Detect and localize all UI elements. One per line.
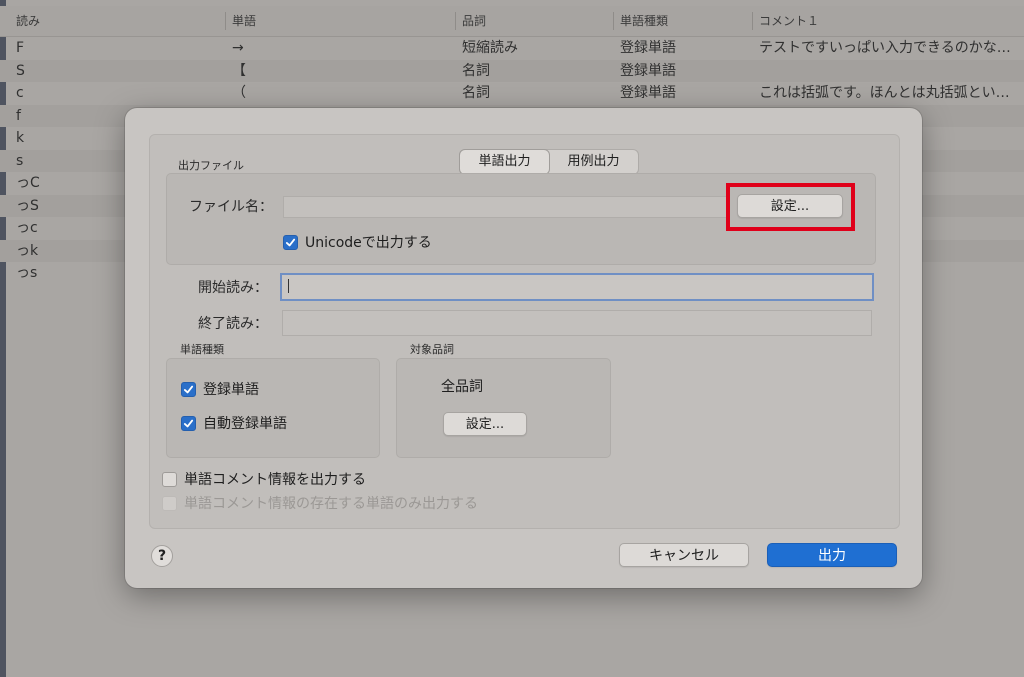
target-pos-group: 全品詞 設定... (396, 358, 611, 458)
table-row[interactable]: F → 短縮読み 登録単語 テストですいっぱい入力できるのかな… (0, 37, 1024, 59)
registered-word-label: 登録単語 (203, 382, 259, 398)
checkmark-icon (285, 238, 296, 246)
end-reading-field[interactable] (282, 310, 872, 336)
auto-registered-label: 自動登録単語 (203, 416, 287, 432)
comment-only-label: 単語コメント情報の存在する単語のみ出力する (184, 496, 478, 512)
column-header-word[interactable]: 単語 (232, 6, 256, 36)
unicode-label: Unicodeで出力する (305, 235, 432, 251)
cell-word-type: 登録単語 (620, 40, 676, 56)
tab-selector: 単語出力 用例出力 (459, 149, 639, 175)
word-type-group: 登録単語 自動登録単語 (166, 358, 380, 458)
cell-word: → (232, 40, 244, 56)
unicode-checkbox-row[interactable]: Unicodeで出力する (283, 232, 432, 252)
column-header-word-type[interactable]: 単語種類 (620, 6, 668, 36)
filename-label: ファイル名： (189, 199, 273, 215)
cell-comment: テストですいっぱい入力できるのかな… (759, 40, 1011, 56)
annotation-highlight-box (726, 183, 855, 231)
tab-word-output[interactable]: 単語出力 (460, 150, 549, 174)
text-caret (288, 279, 289, 293)
help-button[interactable]: ? (151, 545, 173, 567)
comment-output-label: 単語コメント情報を出力する (184, 472, 366, 488)
output-file-group-label: 出力ファイル (178, 159, 244, 172)
comment-output-checkbox[interactable] (162, 471, 177, 487)
cell-word-type: 登録単語 (620, 85, 676, 101)
checkmark-icon (183, 385, 194, 393)
tab-content-panel: 単語出力 用例出力 出力ファイル ファイル名： 設定... Unicodeで出力… (149, 134, 900, 529)
column-separator (613, 12, 614, 30)
cell-word: 【 (232, 62, 246, 79)
column-separator (455, 12, 456, 30)
cell-reading: c (16, 85, 24, 101)
target-pos-set-button[interactable]: 設定... (443, 412, 527, 436)
target-pos-value: 全品詞 (441, 379, 483, 395)
start-reading-label: 開始読み： (198, 280, 268, 296)
cancel-button[interactable]: キャンセル (619, 543, 749, 567)
comment-only-checkbox (162, 495, 177, 511)
start-reading-field[interactable] (280, 273, 874, 301)
tab-example-output[interactable]: 用例出力 (549, 150, 638, 174)
column-header-reading[interactable]: 読み (16, 6, 40, 36)
cell-reading: S (16, 62, 25, 79)
end-reading-label: 終了読み： (198, 316, 268, 332)
export-dialog: 単語出力 用例出力 出力ファイル ファイル名： 設定... Unicodeで出力… (125, 108, 922, 588)
column-header-comment[interactable]: コメント１ (759, 6, 819, 36)
auto-registered-checkbox[interactable] (181, 415, 196, 431)
cell-pos: 名詞 (462, 85, 490, 101)
filename-field[interactable] (283, 196, 729, 218)
registered-word-checkbox-row[interactable]: 登録単語 (181, 379, 259, 399)
registered-word-checkbox[interactable] (181, 381, 196, 397)
checkmark-icon (183, 419, 194, 427)
comment-only-checkbox-row: 単語コメント情報の存在する単語のみ出力する (162, 493, 478, 513)
unicode-checkbox[interactable] (283, 234, 298, 250)
table-row[interactable]: S 【 名詞 登録単語 (0, 59, 1024, 82)
column-header-pos[interactable]: 品詞 (462, 6, 486, 36)
cell-comment (759, 60, 1024, 82)
cell-pos: 短縮読み (462, 40, 518, 56)
target-pos-group-label: 対象品詞 (410, 343, 454, 356)
cell-pos: 名詞 (462, 62, 490, 79)
table-header: 読み 単語 品詞 単語種類 コメント１ (0, 6, 1024, 37)
export-button[interactable]: 出力 (767, 543, 897, 567)
column-separator (225, 12, 226, 30)
table-row[interactable]: c （ 名詞 登録単語 これは括弧です。ほんとは丸括弧とい… (0, 82, 1024, 104)
auto-registered-checkbox-row[interactable]: 自動登録単語 (181, 413, 287, 433)
cell-reading: F (16, 40, 25, 56)
cell-word-type: 登録単語 (620, 62, 676, 79)
column-separator (752, 12, 753, 30)
cell-word: （ (232, 85, 246, 101)
word-type-group-label: 単語種類 (180, 343, 224, 356)
cell-comment: これは括弧です。ほんとは丸括弧とい… (759, 85, 1010, 101)
comment-output-checkbox-row[interactable]: 単語コメント情報を出力する (162, 469, 366, 489)
